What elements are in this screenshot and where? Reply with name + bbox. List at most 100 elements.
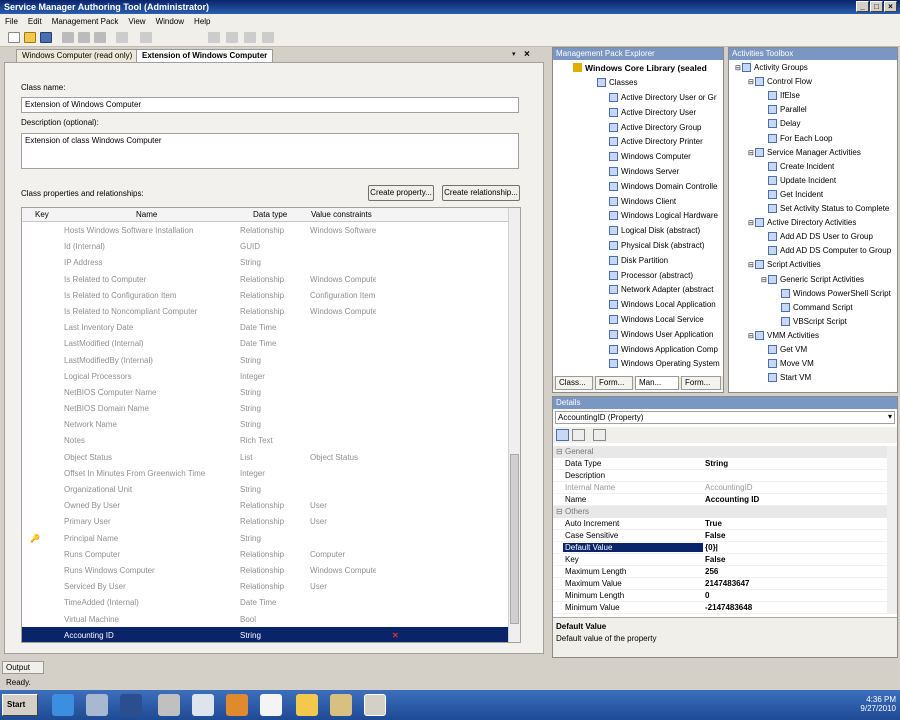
expand-icon[interactable]: ⊟ bbox=[735, 64, 742, 72]
property-value[interactable]: {0}| bbox=[705, 543, 718, 552]
create-property-button[interactable]: Create property... bbox=[368, 185, 434, 201]
delete-icon[interactable]: ✕ bbox=[392, 631, 399, 640]
service-manager-icon[interactable] bbox=[86, 694, 108, 716]
class-item[interactable]: Active Directory User bbox=[609, 107, 696, 117]
property-row[interactable]: Internal Name AccountingID bbox=[553, 482, 887, 494]
class-item[interactable]: Active Directory Group bbox=[609, 122, 701, 132]
class-item[interactable]: Disk Partition bbox=[609, 255, 668, 265]
header-key[interactable]: Key bbox=[35, 210, 49, 219]
toolbox-item[interactable]: Move VM bbox=[761, 359, 814, 369]
table-row[interactable]: Notes Rich Text bbox=[22, 432, 508, 448]
property-pages-icon[interactable] bbox=[593, 429, 606, 441]
menu-view[interactable]: View bbox=[123, 17, 150, 26]
property-row[interactable]: Maximum Value 2147483647 bbox=[553, 578, 887, 590]
mail-icon[interactable] bbox=[296, 694, 318, 716]
property-scrollbar[interactable] bbox=[887, 446, 897, 614]
class-item[interactable]: Windows Local Service bbox=[609, 315, 704, 324]
expand-icon[interactable]: ⊟ bbox=[748, 149, 755, 157]
save-icon[interactable] bbox=[40, 32, 52, 43]
toolbox-item[interactable]: ⊟ Control Flow bbox=[748, 77, 812, 87]
property-row[interactable]: Key False bbox=[553, 554, 887, 566]
header-name[interactable]: Name bbox=[136, 210, 157, 219]
tab-windows-computer[interactable]: Windows Computer (read only) bbox=[16, 49, 139, 62]
clock[interactable]: 4:36 PM 9/27/2010 bbox=[844, 695, 896, 713]
property-row[interactable]: Auto Increment True bbox=[553, 518, 887, 530]
property-row[interactable]: Minimum Value -2147483648 bbox=[553, 602, 887, 614]
maximize-button[interactable]: □ bbox=[870, 1, 883, 12]
active-window-icon[interactable] bbox=[364, 694, 386, 716]
toolbox-item[interactable]: ⊟ Activity Groups bbox=[735, 63, 808, 72]
table-row[interactable]: TimeAdded (Internal) Date Time bbox=[22, 594, 508, 610]
table-row[interactable]: Is Related to Configuration Item Relation… bbox=[22, 287, 508, 303]
create-relationship-button[interactable]: Create relationship... bbox=[442, 185, 520, 201]
copy-icon[interactable] bbox=[78, 32, 90, 43]
start-button[interactable]: Start bbox=[2, 694, 38, 716]
description-field[interactable]: Extension of class Windows Computer bbox=[21, 133, 519, 169]
header-type[interactable]: Data type bbox=[253, 210, 287, 219]
class-item[interactable]: Windows Application Comp bbox=[609, 344, 718, 354]
menu-window[interactable]: Window bbox=[151, 17, 189, 26]
toolbox-item[interactable]: ⊟ Script Activities bbox=[748, 260, 821, 270]
expand-icon[interactable]: ⊟ bbox=[748, 219, 755, 227]
toolbox-item[interactable]: Delay bbox=[761, 119, 800, 129]
table-row[interactable]: Is Related to Computer Relationship Window… bbox=[22, 271, 508, 287]
toolbox-item[interactable]: For Each Loop bbox=[761, 133, 832, 143]
table-row[interactable]: LastModified (Internal) Date Time bbox=[22, 335, 508, 351]
expand-icon[interactable]: ⊟ bbox=[748, 78, 755, 86]
redo-icon[interactable] bbox=[140, 32, 152, 43]
toolbox-item[interactable]: Set Activity Status to Complete bbox=[761, 204, 889, 213]
arrange-icon[interactable] bbox=[262, 32, 274, 43]
class-name-field[interactable]: Extension of Windows Computer bbox=[21, 97, 519, 113]
table-row[interactable]: NetBIOS Computer Name String bbox=[22, 384, 508, 400]
tool-icon[interactable] bbox=[226, 694, 248, 716]
header-constraints[interactable]: Value constraints bbox=[311, 210, 372, 219]
toolbox-item[interactable]: Get Incident bbox=[761, 189, 823, 199]
new-icon[interactable] bbox=[8, 32, 20, 43]
toolbox-item[interactable]: Get VM bbox=[761, 345, 807, 354]
property-row[interactable]: Minimum Length 0 bbox=[553, 590, 887, 602]
table-row[interactable]: NetBIOS Domain Name String bbox=[22, 400, 508, 416]
output-tab[interactable]: Output bbox=[2, 661, 44, 674]
class-item[interactable]: Network Adapter (abstract bbox=[609, 285, 713, 295]
alphabetical-icon[interactable] bbox=[572, 429, 585, 441]
property-row[interactable]: Case Sensitive False bbox=[553, 530, 887, 542]
collapse-icon[interactable]: ⊟ bbox=[556, 447, 563, 456]
table-row[interactable]: 🔑 Principal Name String bbox=[22, 530, 508, 546]
tab-extension[interactable]: Extension of Windows Computer bbox=[136, 49, 274, 62]
minimize-button[interactable]: _ bbox=[856, 1, 869, 12]
toolbox-item[interactable]: Parallel bbox=[761, 105, 807, 115]
powershell-icon[interactable] bbox=[120, 694, 142, 716]
collapse-icon[interactable]: ⊟ bbox=[556, 507, 563, 516]
ie-icon[interactable] bbox=[52, 694, 74, 716]
property-row[interactable]: Default Value {0}| bbox=[553, 542, 887, 554]
table-row[interactable]: Is Related to Noncompliant Computer Relat… bbox=[22, 303, 508, 319]
toolbox-item[interactable]: VBScript Script bbox=[774, 316, 847, 326]
table-row[interactable]: Offset In Minutes From Greenwich Time Int… bbox=[22, 465, 508, 481]
computer-icon[interactable] bbox=[158, 694, 180, 716]
class-item[interactable]: Physical Disk (abstract) bbox=[609, 241, 705, 250]
toolbox-item[interactable]: Add AD DS Computer to Group bbox=[761, 246, 891, 256]
toolbox-item[interactable]: ⊟ Active Directory Activities bbox=[748, 218, 856, 228]
open-icon[interactable] bbox=[24, 32, 36, 43]
grid-scrollbar[interactable] bbox=[508, 208, 520, 642]
table-row[interactable]: Logical Processors Integer bbox=[22, 368, 508, 384]
table-row[interactable]: Last Inventory Date Date Time bbox=[22, 319, 508, 335]
undo-icon[interactable] bbox=[116, 32, 128, 43]
align-icon[interactable] bbox=[208, 32, 220, 43]
table-row[interactable]: Hosts Windows Software Installation Relat… bbox=[22, 222, 508, 238]
menu-help[interactable]: Help bbox=[189, 17, 215, 26]
close-tab-icon[interactable]: × bbox=[524, 49, 530, 60]
toolbox-item[interactable]: ⊟ Service Manager Activities bbox=[748, 147, 861, 157]
tab-list-icon[interactable]: ▾ bbox=[512, 50, 516, 58]
table-row[interactable]: Accounting ID String ✕ bbox=[22, 626, 508, 642]
table-row[interactable]: Network Name String bbox=[22, 416, 508, 432]
expand-icon[interactable]: ⊟ bbox=[748, 332, 755, 340]
size-icon[interactable] bbox=[244, 32, 256, 43]
expand-icon[interactable]: ⊟ bbox=[748, 261, 755, 269]
tab-form-1[interactable]: Form... bbox=[595, 376, 633, 390]
toolbox-item[interactable]: Start VM bbox=[761, 373, 811, 383]
menu-management-pack[interactable]: Management Pack bbox=[47, 17, 124, 26]
cut-icon[interactable] bbox=[62, 32, 74, 43]
table-row[interactable]: LastModifiedBy (Internal) String bbox=[22, 352, 508, 368]
class-item[interactable]: Windows Server bbox=[609, 167, 679, 176]
